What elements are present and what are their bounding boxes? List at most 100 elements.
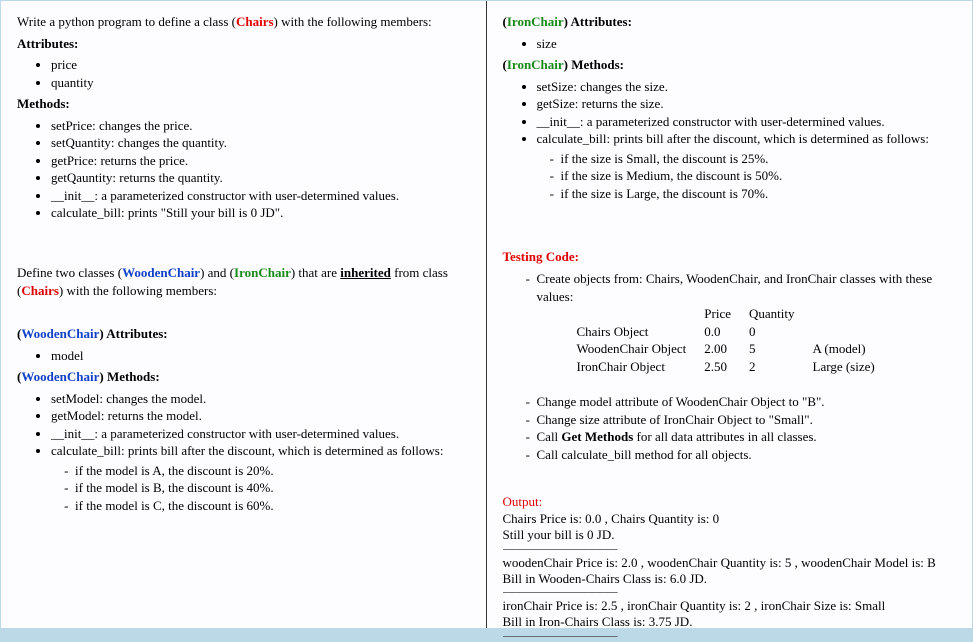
ic-meth-head: (IronChair) Methods: xyxy=(503,56,961,74)
list-item: if the size is Large, the discount is 70… xyxy=(561,185,961,203)
text: calculate_bill: prints bill after the di… xyxy=(51,443,443,458)
output-block: Chairs Price is: 0.0 , Chairs Quantity i… xyxy=(503,511,961,642)
list-item: Change model attribute of WoodenChair Ob… xyxy=(537,393,961,411)
table-cell: 2 xyxy=(749,358,813,376)
document-page: Write a python program to define a class… xyxy=(0,0,973,629)
list-item: calculate_bill: prints bill after the di… xyxy=(537,130,961,202)
divider-line: ----------------------------------------… xyxy=(503,587,961,598)
list-item: getModel: returns the model. xyxy=(51,407,474,425)
list-item: getPrice: returns the price. xyxy=(51,152,474,170)
wc-attr-list: model xyxy=(17,347,474,365)
list-item: setSize: changes the size. xyxy=(537,78,961,96)
output-line: Bill in Iron-Chairs Class is: 3.75 JD. xyxy=(503,614,961,630)
text: ) Attributes: xyxy=(564,14,632,29)
list-item: price xyxy=(51,56,474,74)
table-row: IronChair Object 2.50 2 Large (size) xyxy=(577,358,893,376)
wc-attr-head: (WoodenChair) Attributes: xyxy=(17,325,474,343)
list-item: if the model is A, the discount is 20%. xyxy=(75,462,474,480)
wc-method-list: setModel: changes the model. getModel: r… xyxy=(17,390,474,515)
list-item: calculate_bill: prints bill after the di… xyxy=(51,442,474,514)
testing-heading: Testing Code: xyxy=(503,249,579,264)
class-woodenchair: WoodenChair xyxy=(21,326,99,341)
list-item: Call Get Methods for all data attributes… xyxy=(537,428,961,446)
text: ) that are xyxy=(291,265,340,280)
table-cell: 5 xyxy=(749,340,813,358)
list-item: __init__: a parameterized constructor wi… xyxy=(51,187,474,205)
output-line: ironChair Price is: 2.5 , ironChair Quan… xyxy=(503,598,961,614)
table-cell: 2.00 xyxy=(704,340,749,358)
class-chairs: Chairs xyxy=(21,283,59,298)
list-item: setQuantity: changes the quantity. xyxy=(51,134,474,152)
list-item: setModel: changes the model. xyxy=(51,390,474,408)
list-item: Change size attribute of IronChair Objec… xyxy=(537,411,961,429)
divider-line: ----------------------------------------… xyxy=(503,631,961,642)
table-cell xyxy=(813,323,893,341)
output-line: Bill in Wooden-Chairs Class is: 6.0 JD. xyxy=(503,571,961,587)
text: Define two classes ( xyxy=(17,265,122,280)
list-item: getQauntity: returns the quantity. xyxy=(51,169,474,187)
ic-attr-list: size xyxy=(503,35,961,53)
output-line: woodenChair Price is: 2.0 , woodenChair … xyxy=(503,555,961,571)
table-cell: Chairs Object xyxy=(577,323,705,341)
list-item: quantity xyxy=(51,74,474,92)
list-item: getSize: returns the size. xyxy=(537,95,961,113)
list-item: if the size is Small, the discount is 25… xyxy=(561,150,961,168)
table-cell: 0.0 xyxy=(704,323,749,341)
table-cell xyxy=(813,305,893,323)
list-item: __init__: a parameterized constructor wi… xyxy=(51,425,474,443)
text: ) with the following members: xyxy=(59,283,217,298)
method-list: setPrice: changes the price. setQuantity… xyxy=(17,117,474,222)
class-ironchair: IronChair xyxy=(234,265,291,280)
ic-rules-list: if the size is Small, the discount is 25… xyxy=(537,150,961,203)
text: ) Methods: xyxy=(99,369,159,384)
output-line: Still your bill is 0 JD. xyxy=(503,527,961,543)
table-cell: Price xyxy=(704,305,749,323)
attr-list: price quantity xyxy=(17,56,474,91)
table-cell: 2.50 xyxy=(704,358,749,376)
class-ironchair: IronChair xyxy=(507,57,564,72)
list-item: Call calculate_bill method for all objec… xyxy=(537,446,961,464)
list-item: setPrice: changes the price. xyxy=(51,117,474,135)
list-item: __init__: a parameterized constructor wi… xyxy=(537,113,961,131)
text: ) Methods: xyxy=(564,57,624,72)
attributes-heading: Attributes: xyxy=(17,36,78,51)
table-cell: A (model) xyxy=(813,340,893,358)
table-cell: IronChair Object xyxy=(577,358,705,376)
methods-heading: Methods: xyxy=(17,96,70,111)
list-item: model xyxy=(51,347,474,365)
text: ) and ( xyxy=(200,265,234,280)
text: ) Attributes: xyxy=(99,326,167,341)
output-line: Chairs Price is: 0.0 , Chairs Quantity i… xyxy=(503,511,961,527)
text: ) with the following members: xyxy=(274,14,432,29)
intro-line: Write a python program to define a class… xyxy=(17,13,474,31)
test-values-table: Price Quantity Chairs Object 0.0 0 Woode… xyxy=(577,305,893,375)
list-item: Create objects from: Chairs, WoodenChair… xyxy=(537,270,961,393)
text: Create objects from: Chairs, WoodenChair… xyxy=(537,271,933,304)
right-column: (IronChair) Attributes: size (IronChair)… xyxy=(487,1,973,628)
table-cell: 0 xyxy=(749,323,813,341)
list-item: size xyxy=(537,35,961,53)
table-cell: WoodenChair Object xyxy=(577,340,705,358)
class-woodenchair: WoodenChair xyxy=(21,369,99,384)
text: Write a python program to define a class… xyxy=(17,14,236,29)
output-heading: Output: xyxy=(503,494,543,509)
table-cell: Large (size) xyxy=(813,358,893,376)
list-item: calculate_bill: prints "Still your bill … xyxy=(51,204,474,222)
table-row: Price Quantity xyxy=(577,305,893,323)
table-cell xyxy=(577,305,705,323)
divider-line: ----------------------------------------… xyxy=(503,544,961,555)
table-row: WoodenChair Object 2.00 5 A (model) xyxy=(577,340,893,358)
testing-list: Create objects from: Chairs, WoodenChair… xyxy=(503,270,961,463)
wc-meth-head: (WoodenChair) Methods: xyxy=(17,368,474,386)
class-woodenchair: WoodenChair xyxy=(122,265,200,280)
wc-rules-list: if the model is A, the discount is 20%. … xyxy=(51,462,474,515)
class-ironchair: IronChair xyxy=(507,14,564,29)
list-item: if the model is C, the discount is 60%. xyxy=(75,497,474,515)
class-chairs: Chairs xyxy=(236,14,274,29)
list-item: if the size is Medium, the discount is 5… xyxy=(561,167,961,185)
inherited-word: inherited xyxy=(340,265,391,280)
table-cell: Quantity xyxy=(749,305,813,323)
list-item: if the model is B, the discount is 40%. xyxy=(75,479,474,497)
ic-method-list: setSize: changes the size. getSize: retu… xyxy=(503,78,961,203)
text: calculate_bill: prints bill after the di… xyxy=(537,131,929,146)
